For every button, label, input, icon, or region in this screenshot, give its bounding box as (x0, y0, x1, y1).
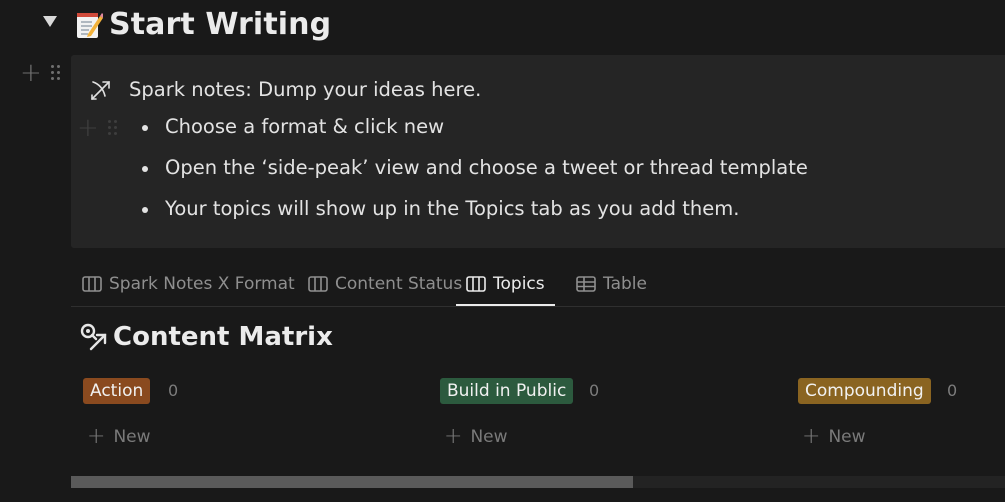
column-count: 0 (168, 381, 179, 400)
tab-label: Topics (493, 274, 545, 294)
collapse-toggle-icon[interactable] (43, 16, 57, 27)
page-title-row: Start Writing (76, 7, 331, 42)
column-count: 0 (589, 381, 600, 400)
add-block-icon[interactable]: + (20, 60, 42, 86)
plus-icon: + (444, 424, 463, 449)
horizontal-scrollbar-thumb[interactable] (71, 476, 633, 488)
database-view-tabs: Spark Notes X Format Content Status Topi… (71, 264, 1005, 307)
new-label: New (470, 427, 508, 447)
tab-label: Table (603, 274, 647, 294)
drag-handle-icon[interactable] (108, 120, 120, 138)
callout-title: Spark notes: Dump your ideas here. (129, 78, 482, 101)
bullet-dot (142, 207, 148, 213)
tab-label: Spark Notes X Format (109, 274, 295, 294)
column-badge-build-in-public[interactable]: Build in Public (440, 378, 574, 404)
bow-arrow-icon (89, 78, 113, 102)
bullet-dot (142, 125, 148, 131)
new-card-button[interactable]: + New (802, 426, 866, 448)
notion-page: Start Writing + Spark notes: Dump your i… (0, 0, 1005, 502)
table-icon (576, 276, 596, 292)
new-card-button[interactable]: + New (444, 426, 508, 448)
content-matrix-title: Content Matrix (113, 322, 333, 352)
column-badge-action[interactable]: Action (83, 378, 151, 404)
list-item: Choose a format & click new (165, 115, 445, 138)
spark-notes-callout: Spark notes: Dump your ideas here. + Cho… (71, 55, 1005, 248)
list-item: Open the ‘side-peak’ view and choose a t… (165, 156, 808, 179)
content-matrix-header: Content Matrix (79, 322, 333, 352)
bullet-dot (142, 166, 148, 172)
plus-icon: + (802, 424, 821, 449)
drag-handle-icon[interactable] (51, 65, 63, 83)
page-title: Start Writing (109, 7, 332, 42)
board-icon (466, 276, 486, 292)
add-block-icon[interactable]: + (77, 115, 99, 141)
column-count: 0 (947, 381, 958, 400)
plus-icon: + (87, 424, 106, 449)
tab-content-status[interactable]: Content Status (308, 264, 462, 304)
new-label: New (828, 427, 866, 447)
new-card-button[interactable]: + New (87, 426, 151, 448)
tab-spark-notes-x-format[interactable]: Spark Notes X Format (82, 264, 295, 304)
key-arrow-icon (79, 322, 109, 352)
memo-icon (76, 10, 104, 39)
tab-topics[interactable]: Topics (456, 264, 555, 306)
board-icon (82, 276, 102, 292)
tab-table[interactable]: Table (576, 264, 647, 304)
tab-label: Content Status (335, 274, 463, 294)
new-label: New (113, 427, 151, 447)
column-badge-compounding[interactable]: Compounding (798, 378, 931, 404)
list-item: Your topics will show up in the Topics t… (165, 197, 740, 220)
board-icon (308, 276, 328, 292)
